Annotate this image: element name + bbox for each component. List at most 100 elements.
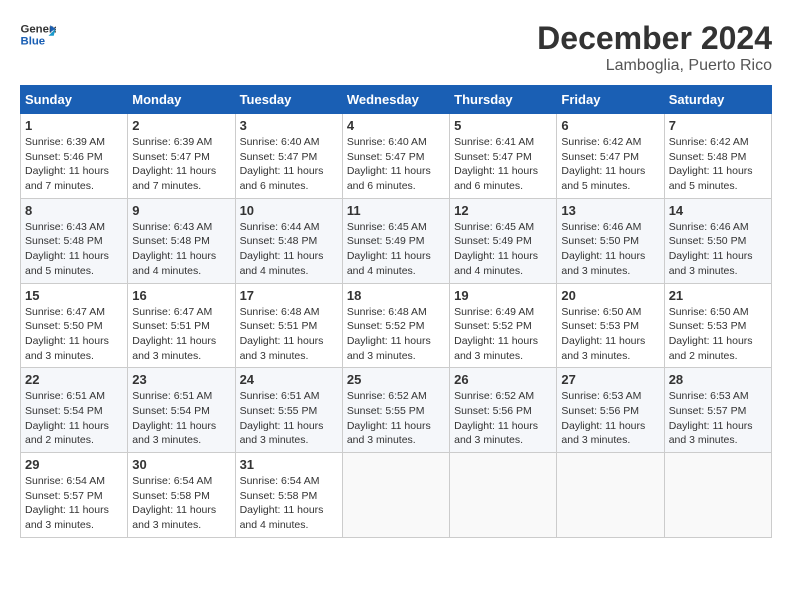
day-number: 1	[25, 118, 123, 133]
calendar-cell: 23Sunrise: 6:51 AMSunset: 5:54 PMDayligh…	[128, 368, 235, 453]
day-info: Sunrise: 6:42 AMSunset: 5:47 PMDaylight:…	[561, 135, 659, 194]
day-number: 4	[347, 118, 445, 133]
calendar-cell	[664, 453, 771, 538]
calendar-cell: 27 Sunrise: 6:53 AMSunset: 5:56 PMDayligh…	[557, 368, 664, 453]
day-info: Sunrise: 6:43 AMSunset: 5:48 PMDaylight:…	[132, 220, 230, 279]
day-number: 14	[669, 203, 767, 218]
day-info: Sunrise: 6:54 AMSunset: 5:57 PMDaylight:…	[25, 474, 123, 533]
day-info: Sunrise: 6:49 AMSunset: 5:52 PMDaylight:…	[454, 305, 552, 364]
calendar-cell: 20 Sunrise: 6:50 AMSunset: 5:53 PMDayligh…	[557, 283, 664, 368]
day-number: 6	[561, 118, 659, 133]
week-row-3: 15 Sunrise: 6:47 AMSunset: 5:50 PMDayligh…	[21, 283, 772, 368]
day-number: 7	[669, 118, 767, 133]
day-info: Sunrise: 6:41 AMSunset: 5:47 PMDaylight:…	[454, 135, 552, 194]
calendar-cell: 26 Sunrise: 6:52 AMSunset: 5:56 PMDayligh…	[450, 368, 557, 453]
calendar-cell: 18 Sunrise: 6:48 AMSunset: 5:52 PMDayligh…	[342, 283, 449, 368]
day-number: 29	[25, 457, 123, 472]
calendar-table: SundayMondayTuesdayWednesdayThursdayFrid…	[20, 85, 772, 538]
page-header: General Blue December 2024 Lamboglia, Pu…	[20, 20, 772, 75]
calendar-cell: 5 Sunrise: 6:41 AMSunset: 5:47 PMDaylight…	[450, 114, 557, 199]
day-info: Sunrise: 6:40 AMSunset: 5:47 PMDaylight:…	[240, 135, 338, 194]
column-header-saturday: Saturday	[664, 86, 771, 114]
week-row-1: 1 Sunrise: 6:39 AMSunset: 5:46 PMDaylight…	[21, 114, 772, 199]
day-number: 12	[454, 203, 552, 218]
day-info: Sunrise: 6:42 AMSunset: 5:48 PMDaylight:…	[669, 135, 767, 194]
day-info: Sunrise: 6:44 AMSunset: 5:48 PMDaylight:…	[240, 220, 338, 279]
day-number: 18	[347, 288, 445, 303]
calendar-cell: 29 Sunrise: 6:54 AMSunset: 5:57 PMDayligh…	[21, 453, 128, 538]
day-number: 10	[240, 203, 338, 218]
day-info: Sunrise: 6:50 AMSunset: 5:53 PMDaylight:…	[561, 305, 659, 364]
column-header-sunday: Sunday	[21, 86, 128, 114]
day-info: Sunrise: 6:53 AMSunset: 5:57 PMDaylight:…	[669, 389, 767, 448]
day-number: 30	[132, 457, 230, 472]
day-info: Sunrise: 6:50 AMSunset: 5:53 PMDaylight:…	[669, 305, 767, 364]
week-row-2: 8 Sunrise: 6:43 AMSunset: 5:48 PMDaylight…	[21, 198, 772, 283]
day-number: 27	[561, 372, 659, 387]
calendar-cell: 19 Sunrise: 6:49 AMSunset: 5:52 PMDayligh…	[450, 283, 557, 368]
day-info: Sunrise: 6:48 AMSunset: 5:52 PMDaylight:…	[347, 305, 445, 364]
day-info: Sunrise: 6:52 AMSunset: 5:55 PMDaylight:…	[347, 389, 445, 448]
calendar-cell: 10 Sunrise: 6:44 AMSunset: 5:48 PMDayligh…	[235, 198, 342, 283]
day-info: Sunrise: 6:47 AMSunset: 5:50 PMDaylight:…	[25, 305, 123, 364]
calendar-cell	[342, 453, 449, 538]
day-info: Sunrise: 6:47 AMSunset: 5:51 PMDaylight:…	[132, 305, 230, 364]
day-info: Sunrise: 6:45 AMSunset: 5:49 PMDaylight:…	[347, 220, 445, 279]
day-info: Sunrise: 6:53 AMSunset: 5:56 PMDaylight:…	[561, 389, 659, 448]
column-header-thursday: Thursday	[450, 86, 557, 114]
calendar-header-row: SundayMondayTuesdayWednesdayThursdayFrid…	[21, 86, 772, 114]
day-number: 16	[132, 288, 230, 303]
day-number: 11	[347, 203, 445, 218]
calendar-cell: 9 Sunrise: 6:43 AMSunset: 5:48 PMDaylight…	[128, 198, 235, 283]
column-header-tuesday: Tuesday	[235, 86, 342, 114]
day-number: 3	[240, 118, 338, 133]
calendar-cell: 30 Sunrise: 6:54 AMSunset: 5:58 PMDayligh…	[128, 453, 235, 538]
calendar-cell: 8 Sunrise: 6:43 AMSunset: 5:48 PMDaylight…	[21, 198, 128, 283]
day-number: 26	[454, 372, 552, 387]
day-number: 5	[454, 118, 552, 133]
day-number: 20	[561, 288, 659, 303]
day-number: 15	[25, 288, 123, 303]
day-info: Sunrise: 6:48 AMSunset: 5:51 PMDaylight:…	[240, 305, 338, 364]
calendar-cell: 28 Sunrise: 6:53 AMSunset: 5:57 PMDayligh…	[664, 368, 771, 453]
day-info: Sunrise: 6:39 AMSunset: 5:46 PMDaylight:…	[25, 135, 123, 194]
month-title: December 2024	[537, 20, 772, 57]
day-number: 21	[669, 288, 767, 303]
day-info: Sunrise: 6:51 AMSunset: 5:54 PMDaylight:…	[132, 389, 230, 448]
day-number: 22	[25, 372, 123, 387]
calendar-cell	[557, 453, 664, 538]
column-header-wednesday: Wednesday	[342, 86, 449, 114]
calendar-cell: 14 Sunrise: 6:46 AMSunset: 5:50 PMDayligh…	[664, 198, 771, 283]
day-number: 19	[454, 288, 552, 303]
location-title: Lamboglia, Puerto Rico	[537, 57, 772, 75]
day-info: Sunrise: 6:39 AMSunset: 5:47 PMDaylight:…	[132, 135, 230, 194]
calendar-cell: 11 Sunrise: 6:45 AMSunset: 5:49 PMDayligh…	[342, 198, 449, 283]
day-info: Sunrise: 6:52 AMSunset: 5:56 PMDaylight:…	[454, 389, 552, 448]
logo: General Blue	[20, 20, 56, 48]
calendar-cell: 31 Sunrise: 6:54 AMSunset: 5:58 PMDayligh…	[235, 453, 342, 538]
week-row-4: 22 Sunrise: 6:51 AMSunset: 5:54 PMDayligh…	[21, 368, 772, 453]
calendar-cell: 22 Sunrise: 6:51 AMSunset: 5:54 PMDayligh…	[21, 368, 128, 453]
day-number: 8	[25, 203, 123, 218]
calendar-cell	[450, 453, 557, 538]
day-number: 2	[132, 118, 230, 133]
calendar-cell: 24Sunrise: 6:51 AMSunset: 5:55 PMDayligh…	[235, 368, 342, 453]
day-info: Sunrise: 6:54 AMSunset: 5:58 PMDaylight:…	[240, 474, 338, 533]
day-number: 31	[240, 457, 338, 472]
day-info: Sunrise: 6:46 AMSunset: 5:50 PMDaylight:…	[561, 220, 659, 279]
day-info: Sunrise: 6:43 AMSunset: 5:48 PMDaylight:…	[25, 220, 123, 279]
day-info: Sunrise: 6:54 AMSunset: 5:58 PMDaylight:…	[132, 474, 230, 533]
day-number: 28	[669, 372, 767, 387]
day-info: Sunrise: 6:51 AMSunset: 5:54 PMDaylight:…	[25, 389, 123, 448]
day-number: 17	[240, 288, 338, 303]
calendar-cell: 21 Sunrise: 6:50 AMSunset: 5:53 PMDayligh…	[664, 283, 771, 368]
day-number: 25	[347, 372, 445, 387]
day-info: Sunrise: 6:46 AMSunset: 5:50 PMDaylight:…	[669, 220, 767, 279]
calendar-cell: 1 Sunrise: 6:39 AMSunset: 5:46 PMDaylight…	[21, 114, 128, 199]
day-number: 9	[132, 203, 230, 218]
day-info: Sunrise: 6:51 AMSunset: 5:55 PMDaylight:…	[240, 389, 338, 448]
calendar-cell: 13Sunrise: 6:46 AMSunset: 5:50 PMDayligh…	[557, 198, 664, 283]
calendar-cell: 12Sunrise: 6:45 AMSunset: 5:49 PMDayligh…	[450, 198, 557, 283]
calendar-cell: 16 Sunrise: 6:47 AMSunset: 5:51 PMDayligh…	[128, 283, 235, 368]
title-area: December 2024 Lamboglia, Puerto Rico	[537, 20, 772, 75]
